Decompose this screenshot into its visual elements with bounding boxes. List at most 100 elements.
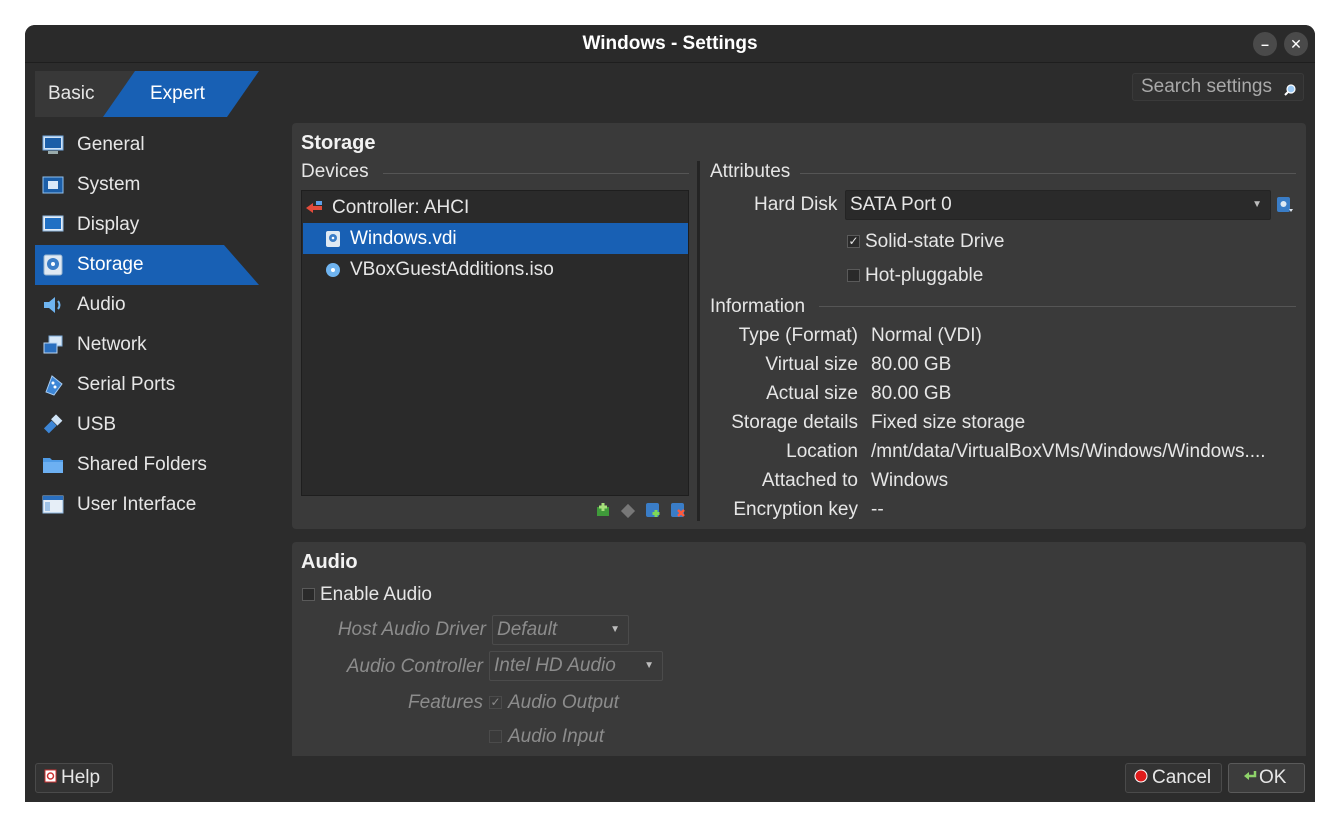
window-title: Windows - Settings: [582, 33, 758, 54]
folder-icon: [41, 453, 65, 477]
disk-icon: [41, 253, 65, 277]
sidebar-item-label: Shared Folders: [77, 454, 207, 475]
chevron-down-icon: ▼: [610, 624, 620, 635]
storage-toolbar: [593, 501, 687, 519]
information-separator: [819, 306, 1296, 307]
info-key: Type (Format): [738, 325, 858, 346]
sidebar-item-audio[interactable]: Audio: [35, 285, 259, 325]
choose-disk-icon[interactable]: [1276, 196, 1294, 220]
sidebar-nav: General System Display Storage Audio Net…: [35, 125, 259, 525]
ok-icon: [1243, 767, 1257, 789]
ssd-label: Solid-state Drive: [865, 231, 1005, 252]
tree-item-label: VBoxGuestAdditions.iso: [350, 258, 554, 280]
sidebar-item-label: User Interface: [77, 494, 197, 515]
audio-output-checkbox[interactable]: ✓: [489, 696, 502, 709]
hard-disk-value: SATA Port 0: [850, 194, 952, 215]
sidebar-item-user-interface[interactable]: User Interface: [35, 485, 259, 525]
info-value: /mnt/data/VirtualBoxVMs/Windows/Windows.…: [871, 441, 1266, 462]
cancel-label: Cancel: [1152, 767, 1212, 788]
info-value: Normal (VDI): [871, 325, 982, 346]
storage-tree[interactable]: Controller: AHCI Windows.vdi VBoxGuestAd…: [301, 190, 689, 496]
info-value: --: [871, 499, 884, 520]
tree-controller-row[interactable]: Controller: AHCI: [304, 192, 688, 223]
tree-item-label: Windows.vdi: [350, 227, 457, 249]
tree-item-guest-additions-iso[interactable]: VBoxGuestAdditions.iso: [303, 254, 688, 285]
hotplug-label: Hot-pluggable: [865, 265, 984, 286]
help-icon: [44, 767, 57, 789]
sidebar-item-label: Audio: [77, 294, 126, 315]
info-key: Encryption key: [733, 499, 858, 520]
sidebar-item-label: USB: [77, 414, 117, 435]
info-key: Attached to: [761, 470, 858, 491]
cancel-button[interactable]: Cancel: [1125, 763, 1222, 793]
hard-disk-icon: [324, 230, 342, 248]
info-key: Actual size: [766, 383, 858, 404]
info-value: 80.00 GB: [871, 354, 952, 375]
controller-label: Controller: AHCI: [332, 196, 470, 218]
devices-separator: [383, 173, 689, 174]
enable-audio-checkbox[interactable]: [302, 588, 315, 601]
usb-icon: [41, 413, 65, 437]
chevron-down-icon: ▼: [1252, 199, 1262, 210]
speaker-icon: [41, 293, 65, 317]
search-input[interactable]: Search settings: [1132, 73, 1304, 101]
info-value: 80.00 GB: [871, 383, 952, 404]
add-controller-icon[interactable]: [593, 501, 612, 519]
help-button[interactable]: Help: [35, 763, 113, 793]
ok-button[interactable]: OK: [1228, 763, 1305, 793]
audio-controller-select[interactable]: Intel HD Audio ▼: [489, 651, 663, 681]
display-icon: [41, 213, 65, 237]
sidebar-item-usb[interactable]: USB: [35, 405, 259, 445]
audio-output-label: Audio Output: [508, 692, 619, 713]
info-value: Windows: [871, 470, 949, 491]
information-label: Information: [710, 296, 806, 317]
add-attachment-icon[interactable]: [643, 501, 662, 519]
tree-item-windows-vdi[interactable]: Windows.vdi: [303, 223, 688, 254]
chevron-down-icon: ▼: [644, 660, 654, 671]
search-placeholder: Search settings: [1141, 76, 1272, 97]
chip-icon: [41, 173, 65, 197]
info-key: Location: [786, 441, 858, 462]
sidebar-item-display[interactable]: Display: [35, 205, 259, 245]
network-icon: [41, 333, 65, 357]
audio-input-checkbox[interactable]: [489, 730, 502, 743]
hotplug-checkbox[interactable]: [847, 269, 860, 282]
remove-controller-icon[interactable]: [618, 501, 637, 519]
sidebar-item-serial-ports[interactable]: Serial Ports: [35, 365, 259, 405]
sidebar-item-label: System: [77, 174, 141, 195]
sidebar-item-label: Network: [77, 334, 147, 355]
sidebar-item-network[interactable]: Network: [35, 325, 259, 365]
monitor-icon: [41, 133, 65, 157]
minimize-button[interactable]: –: [1253, 32, 1277, 56]
sidebar-item-shared-folders[interactable]: Shared Folders: [35, 445, 259, 485]
controller-icon: [306, 199, 324, 217]
help-label: Help: [61, 767, 101, 788]
sidebar-item-label: Display: [77, 214, 140, 235]
sidebar-item-label: General: [77, 134, 145, 155]
serial-icon: [41, 373, 65, 397]
info-key: Virtual size: [765, 354, 858, 375]
optical-disc-icon: [324, 261, 342, 279]
sidebar-item-storage[interactable]: Storage: [35, 245, 259, 285]
audio-title: Audio: [301, 551, 358, 573]
audio-input-label: Audio Input: [508, 726, 605, 747]
sidebar-item-system[interactable]: System: [35, 165, 259, 205]
sidebar-item-label: Storage: [77, 254, 144, 275]
ssd-checkbox[interactable]: ✓: [847, 235, 860, 248]
sidebar-item-general[interactable]: General: [35, 125, 259, 165]
host-audio-driver-label: Host Audio Driver: [337, 619, 486, 640]
host-audio-driver-select[interactable]: Default ▼: [492, 615, 629, 645]
close-button[interactable]: ✕: [1284, 32, 1308, 56]
mode-switch: Basic Expert: [35, 71, 259, 117]
devices-label: Devices: [301, 161, 369, 182]
cancel-icon: [1134, 767, 1148, 789]
hard-disk-label: Hard Disk: [754, 194, 838, 215]
pane-splitter[interactable]: [697, 161, 700, 521]
hard-disk-select[interactable]: SATA Port 0 ▼: [845, 190, 1271, 220]
dialog-footer: Help Cancel OK: [25, 756, 1315, 802]
remove-attachment-icon[interactable]: [668, 501, 687, 519]
features-label: Features: [408, 692, 483, 713]
host-audio-driver-value: Default: [497, 619, 558, 640]
title-bar: Windows - Settings – ✕: [25, 25, 1315, 63]
search-icon: [1283, 79, 1297, 105]
